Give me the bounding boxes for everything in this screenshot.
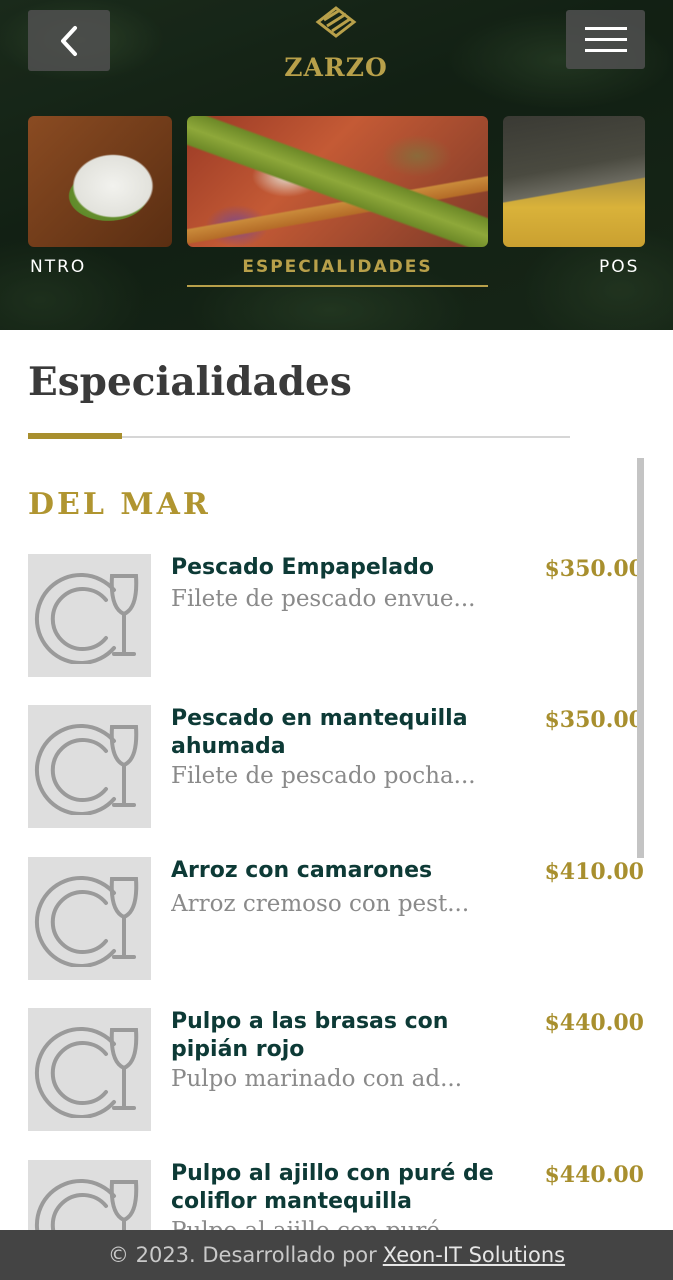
footer-copyright: © 2023. Desarrollado por <box>107 1243 377 1267</box>
item-name: Arroz con camarones <box>171 858 433 883</box>
item-price: $440.00 <box>544 1162 644 1188</box>
item-name: Pulpo al ajillo con puré de coliflor man… <box>171 1161 494 1214</box>
plate-wineglass-icon <box>34 723 138 815</box>
plate-wineglass-icon <box>34 875 138 967</box>
item-name: Pescado Empapelado <box>171 555 435 580</box>
plate-wineglass-icon <box>34 1178 138 1230</box>
item-name: Pulpo a las brasas con pipián rojo <box>171 1009 449 1062</box>
scrollbar[interactable] <box>637 458 644 858</box>
menu-item[interactable]: Pescado en mantequilla ahumada Filete de… <box>0 705 673 829</box>
plate-wineglass-icon <box>34 1026 138 1118</box>
menu-item[interactable]: Arroz con camarones Arroz cremoso con pe… <box>0 857 673 981</box>
dish-placeholder-image <box>28 554 151 677</box>
item-name: Pescado en mantequilla ahumada <box>171 706 468 759</box>
item-price: $440.00 <box>544 1010 644 1036</box>
item-price: $350.00 <box>544 707 644 733</box>
dish-placeholder-image <box>28 705 151 828</box>
item-price: $350.00 <box>544 556 644 582</box>
item-description: Pulpo al ajillo con puré... <box>171 1216 521 1230</box>
item-description: Arroz cremoso con pest... <box>171 891 470 917</box>
footer: © 2023. Desarrollado por Xeon-IT Solutio… <box>0 1230 673 1280</box>
item-price: $410.00 <box>544 859 644 885</box>
dish-placeholder-image <box>28 1160 151 1230</box>
item-description: Filete de pescado pocha... <box>171 763 476 789</box>
menu-item[interactable]: Pulpo al ajillo con puré de coliflor man… <box>0 1160 673 1230</box>
plate-wineglass-icon <box>34 572 138 664</box>
menu-item-list: Pescado Empapelado Filete de pescado env… <box>0 0 673 1230</box>
menu-item[interactable]: Pulpo a las brasas con pipián rojo Pulpo… <box>0 1008 673 1132</box>
dish-placeholder-image <box>28 1008 151 1131</box>
footer-link[interactable]: Xeon-IT Solutions <box>383 1243 565 1267</box>
dish-placeholder-image <box>28 857 151 980</box>
item-description: Pulpo marinado con ad... <box>171 1066 463 1092</box>
item-description: Filete de pescado envue... <box>171 586 476 612</box>
menu-item[interactable]: Pescado Empapelado Filete de pescado env… <box>0 554 673 678</box>
